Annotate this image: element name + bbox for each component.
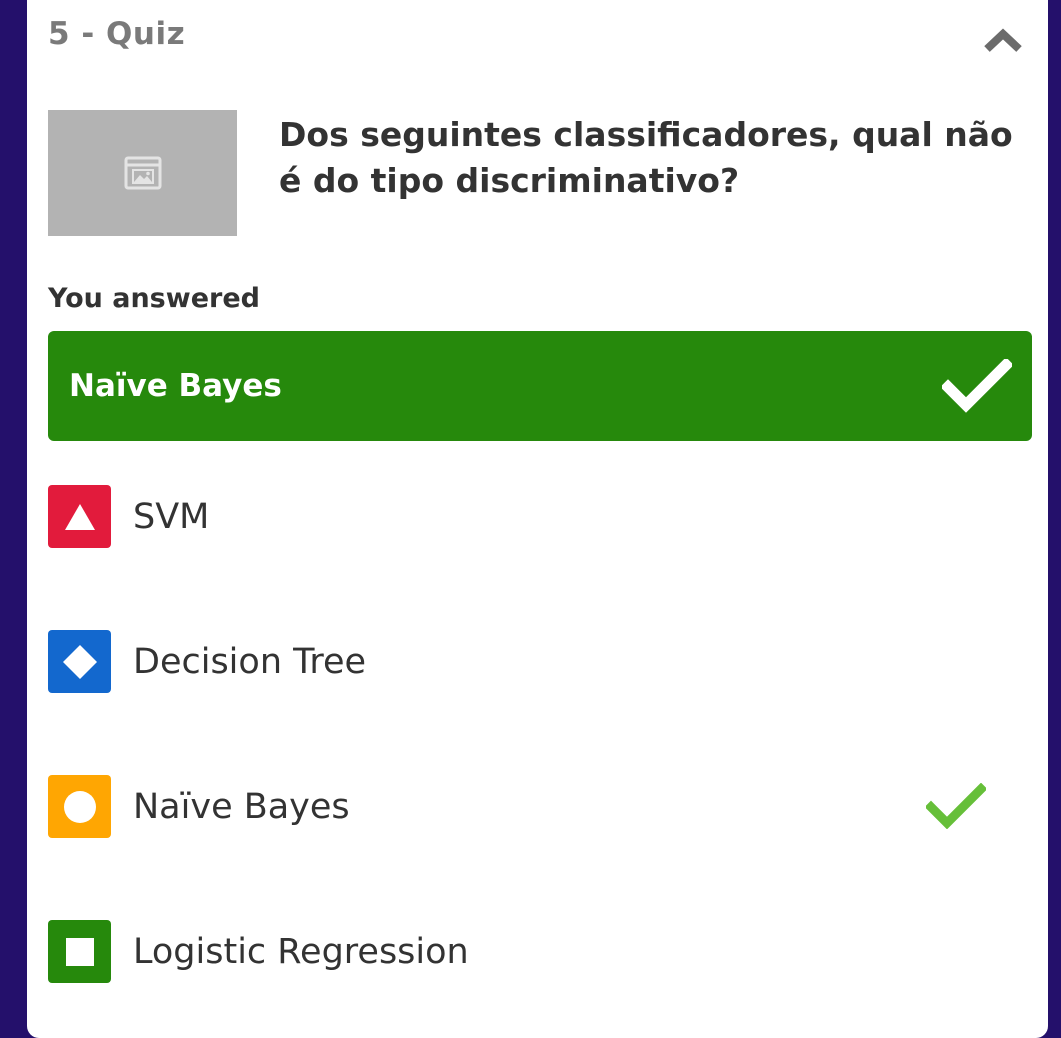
option-shape-box <box>48 920 111 983</box>
option-decision-tree[interactable]: Decision Tree <box>48 630 1032 694</box>
option-label: Naïve Bayes <box>133 787 350 827</box>
image-placeholder-icon <box>124 156 161 190</box>
option-naive-bayes[interactable]: Naïve Bayes <box>48 775 1032 839</box>
chevron-up-icon <box>984 28 1022 52</box>
option-label: SVM <box>133 497 210 537</box>
option-shape-box <box>48 775 111 838</box>
you-answered-label: You answered <box>48 283 260 314</box>
selected-answer: Naïve Bayes <box>48 331 1032 441</box>
option-shape-box <box>48 485 111 548</box>
checkmark-icon <box>942 359 1012 413</box>
quiz-title: 5 - Quiz <box>48 16 186 52</box>
option-svm[interactable]: SVM <box>48 485 1032 549</box>
question-image <box>48 110 237 236</box>
option-shape-box <box>48 630 111 693</box>
diamond-icon <box>62 644 97 679</box>
selected-answer-text: Naïve Bayes <box>69 368 282 404</box>
circle-icon <box>63 790 96 823</box>
option-label: Logistic Regression <box>133 932 469 972</box>
question-text: Dos seguintes classificadores, qual não … <box>279 115 1013 200</box>
collapse-button[interactable] <box>980 22 1026 58</box>
triangle-icon <box>64 503 95 530</box>
option-label: Decision Tree <box>133 642 367 682</box>
option-logistic-regression[interactable]: Logistic Regression <box>48 920 1032 984</box>
square-icon <box>65 937 94 966</box>
correct-check-icon <box>926 783 986 829</box>
